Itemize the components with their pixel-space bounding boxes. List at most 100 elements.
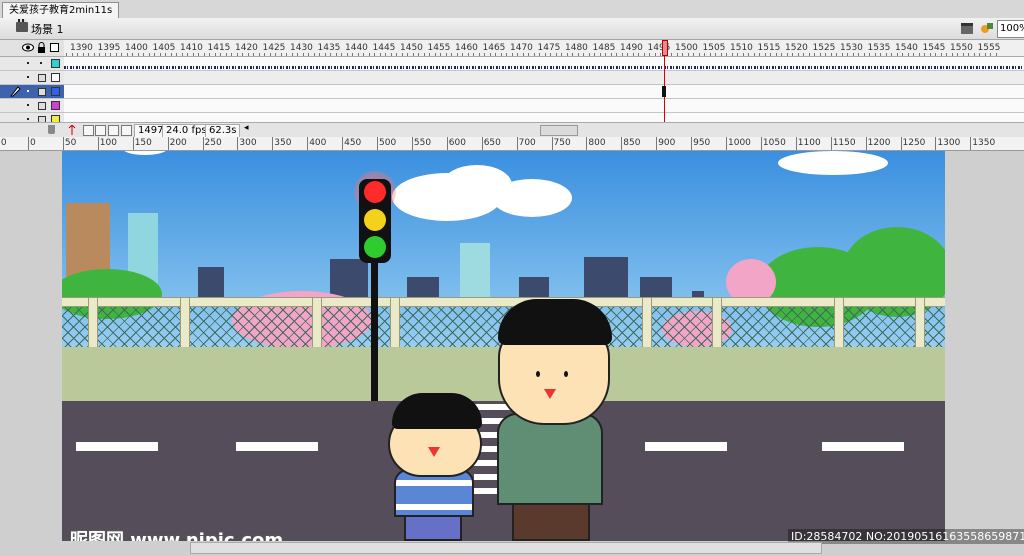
ruler-tick: [900, 137, 902, 150]
frame-tick: [522, 53, 524, 56]
layer-row[interactable]: [0, 57, 64, 71]
frame-tick: [462, 53, 463, 56]
layer-color-box: [51, 101, 60, 110]
frame-tick: [225, 53, 227, 56]
ruler-tick: [830, 137, 832, 150]
frame-ruler[interactable]: 1390 1395 1400 1405 1410 1415 1420 1425 1430 1435…: [64, 40, 1024, 57]
frame-tick: [803, 53, 804, 56]
frame-row[interactable]: [64, 99, 1024, 113]
frame-tick: [324, 53, 326, 56]
frame-tick: [104, 53, 106, 56]
frame-tick: [957, 53, 958, 56]
frame-tick: [764, 53, 766, 56]
frame-number: 1460: [455, 43, 478, 53]
frame-tick: [759, 53, 760, 56]
frame-tick: [242, 53, 243, 56]
frame-row[interactable]: [64, 85, 1024, 99]
red-lamp: [364, 181, 386, 203]
frame-tick: [632, 53, 634, 56]
ruler-tick: [481, 137, 483, 150]
edit-multiple-frames-button[interactable]: [108, 125, 119, 136]
ruler-number: 400: [309, 138, 327, 148]
frame-tick: [869, 53, 870, 56]
keyframe[interactable]: [662, 86, 666, 97]
layer-row[interactable]: [0, 99, 64, 113]
frame-tick: [858, 53, 859, 56]
frame-tick: [775, 53, 777, 56]
frame-tick: [979, 53, 980, 56]
clapper-icon: [16, 19, 28, 32]
frame-number: 1450: [400, 43, 423, 53]
scroll-left-icon[interactable]: ◂: [244, 123, 249, 133]
lane-marking: [236, 442, 318, 451]
frame-tick: [781, 53, 782, 56]
fence-post: [712, 297, 722, 351]
ruler-tick: [760, 137, 762, 150]
zoom-select[interactable]: 100%: [997, 20, 1024, 38]
frame-tick: [616, 53, 617, 56]
man-body[interactable]: [497, 413, 603, 505]
ruler-tick: [656, 137, 658, 150]
frame-tick: [506, 53, 507, 56]
layer-row[interactable]: [0, 71, 64, 85]
lock-icon[interactable]: [37, 42, 46, 53]
ruler-tick: [691, 137, 693, 150]
ruler-number: 850: [623, 138, 641, 148]
frame-number: 1440: [345, 43, 368, 53]
frame-tick: [852, 53, 854, 56]
stage-area: 昵图网 www.nipic.com ID:28584702 NO:2019051…: [0, 151, 1024, 556]
stage-horizontal-scrollbar[interactable]: [190, 542, 822, 554]
frame-tick: [280, 53, 282, 56]
ruler-number: 1300: [937, 138, 961, 148]
onion-skin-button[interactable]: [83, 125, 94, 136]
stage-canvas[interactable]: 昵图网 www.nipic.com: [62, 151, 945, 541]
frame-tick: [819, 53, 821, 56]
ruler-tick: [132, 137, 134, 150]
stage-ruler: 5005010015020025030035040045050055060065…: [0, 137, 1024, 151]
frame-row[interactable]: [64, 71, 1024, 85]
frame-tick: [308, 53, 309, 56]
lock-icon[interactable]: [38, 74, 46, 82]
ruler-tick: [516, 137, 518, 150]
frame-number: 1455: [427, 43, 451, 53]
frame-number: 1435: [317, 43, 341, 53]
ruler-number: 650: [483, 138, 501, 148]
fence-post: [834, 297, 844, 351]
cloud: [122, 151, 168, 155]
modify-markers-button[interactable]: [121, 125, 132, 136]
edit-scene-button[interactable]: [960, 21, 974, 35]
frame-tick: [687, 53, 689, 56]
audio-waveform: [64, 66, 1024, 69]
ruler-tick: [970, 137, 972, 150]
lock-icon[interactable]: [38, 102, 46, 110]
ruler-number: 300: [239, 138, 257, 148]
frame-tick: [110, 53, 111, 56]
frame-tick: [962, 53, 964, 56]
ruler-number: 1000: [728, 138, 751, 148]
fence-post: [390, 297, 400, 351]
onion-outline-button[interactable]: [95, 125, 106, 136]
center-frame-icon[interactable]: [68, 125, 76, 135]
ruler-tick: [342, 137, 344, 150]
traffic-light[interactable]: [359, 179, 391, 263]
ruler-tick: [28, 137, 29, 150]
ruler-tick: [446, 137, 448, 150]
lock-icon[interactable]: [38, 88, 46, 96]
playhead[interactable]: [662, 40, 668, 56]
scene-breadcrumb[interactable]: 场景 1: [31, 21, 64, 37]
eye-icon[interactable]: [22, 43, 34, 52]
frame-tick: [720, 53, 722, 56]
frame-tick: [170, 53, 172, 56]
frame-number: 1530: [840, 43, 863, 53]
ruler-number: 100: [99, 138, 117, 148]
frame-number: 1445: [372, 43, 396, 53]
trash-icon[interactable]: [48, 125, 55, 134]
frame-tick: [99, 53, 100, 56]
edit-symbols-button[interactable]: [980, 21, 994, 35]
layer-row-selected[interactable]: [0, 85, 64, 99]
timeline-status-bar: 1497 24.0 fps 62.3s ◂: [0, 122, 1024, 138]
frame-tick: [236, 53, 238, 56]
document-tab[interactable]: 关爱孩子教育2min11s: [2, 2, 120, 18]
timeline-scroll-thumb[interactable]: [540, 125, 578, 136]
outline-icon[interactable]: [50, 43, 59, 52]
